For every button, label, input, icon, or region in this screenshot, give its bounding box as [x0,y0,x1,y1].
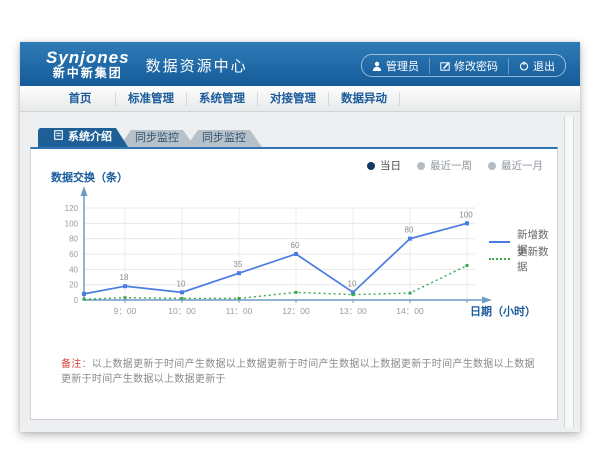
x-tick-label: 14：00 [396,306,424,316]
content-area: 系统介绍同步监控同步监控 当日最近一周最近一月 0204060801001209… [20,112,580,432]
logo-company-name: 新中新集团 [46,67,130,80]
app-header: Synjones 新中新集团 数据资源中心 管理员 修改密码 退出 [20,42,580,86]
footnote: 备注：以上数据更新于时间产生数据以上数据更新于时间产生数据以上数据更新于时间产生… [61,355,543,385]
nav-item-3[interactable]: 系统管理 [187,92,258,106]
tab-label: 系统介绍 [68,128,112,147]
data-point-marker [181,297,184,300]
footnote-label: 备注 [61,359,82,370]
y-tick-label: 60 [69,250,78,259]
x-axis-arrow-icon [482,297,492,304]
main-nav: 首页标准管理系统管理对接管理数据异动 [20,86,580,112]
y-tick-label: 80 [69,235,78,244]
y-tick-label: 0 [74,296,79,305]
data-point-marker [180,290,184,294]
data-point-marker [238,297,241,300]
vertical-scrollbar[interactable] [564,116,574,428]
nav-item-1[interactable]: 首页 [45,92,116,106]
tab-2[interactable]: 同步监控 [119,130,195,147]
tab-3[interactable]: 同步监控 [186,130,262,147]
data-point-label: 80 [405,226,414,235]
app-window: Synjones 新中新集团 数据资源中心 管理员 修改密码 退出 [20,42,580,432]
change-password-label: 修改密码 [454,58,498,74]
tab-label: 同步监控 [135,130,179,147]
user-name: 管理员 [386,58,419,74]
document-icon [54,128,63,147]
x-axis-title: 日期（小时） [470,304,536,318]
logout-label: 退出 [533,58,555,74]
footnote-text: ：以上数据更新于时间产生数据以上数据更新于时间产生数据以上数据更新于时间产生数据… [61,359,535,385]
data-point-marker [294,252,298,256]
data-point-marker [82,292,86,296]
edit-icon [440,61,450,71]
user-menu[interactable]: 管理员 [362,58,429,74]
data-point-label: 18 [120,273,129,282]
data-point-marker [295,291,298,294]
logo-wordmark: Synjones [46,49,130,67]
data-point-marker [83,298,86,301]
user-icon [372,61,382,71]
y-axis-title: 数据交换（条） [51,170,128,184]
data-point-marker [408,237,412,241]
nav-item-4[interactable]: 对接管理 [258,92,329,106]
legend-row-2: 更新数据 [489,250,557,267]
line-chart: 0 20 40 60 80 100 120 9：00 10：00 11：00 12：00 13：00 1… [31,167,555,327]
change-password-button[interactable]: 修改密码 [429,58,508,74]
data-point-marker [124,296,127,299]
data-point-marker [123,284,127,288]
data-point-marker [409,292,412,295]
tab-bar: 系统介绍 同步监控 同步监控 [38,128,262,147]
tab-1[interactable]: 系统介绍 [38,128,128,147]
data-point-label: 100 [459,210,473,219]
data-point-marker [237,271,241,275]
x-tick-label: 13：00 [339,306,367,316]
user-toolbar: 管理员 修改密码 退出 [361,54,566,77]
x-tick-label: 12：00 [282,306,310,316]
logout-button[interactable]: 退出 [508,58,565,74]
chart-legend: 新增数据更新数据 [489,233,557,267]
data-point-label: 60 [291,241,300,250]
legend-line-sample-dotted [489,258,510,260]
y-tick-label: 40 [69,265,78,274]
x-tick-label: 10：00 [168,306,196,316]
data-point-marker [465,221,469,225]
data-point-label: 10 [348,279,357,288]
data-point-marker [466,264,469,267]
y-axis-arrow-icon [81,186,88,196]
y-tick-label: 120 [65,204,79,213]
chart-panel: 当日最近一周最近一月 0204060801001209：0010：0011：00… [30,147,558,420]
data-point-label: 10 [177,279,186,288]
legend-line-sample-solid [489,241,510,243]
data-point-marker [352,293,355,296]
power-icon [519,61,529,71]
x-tick-label: 9：00 [114,306,137,316]
tab-label: 同步监控 [202,130,246,147]
app-title: 数据资源中心 [146,55,248,76]
y-tick-label: 100 [65,219,79,228]
company-logo: Synjones 新中新集团 [46,49,130,79]
nav-item-5[interactable]: 数据异动 [329,92,400,106]
y-tick-label: 20 [69,281,78,290]
legend-label: 更新数据 [517,244,557,274]
x-tick-label: 11：00 [226,306,253,316]
data-point-label: 35 [234,260,243,269]
nav-item-2[interactable]: 标准管理 [116,92,187,106]
